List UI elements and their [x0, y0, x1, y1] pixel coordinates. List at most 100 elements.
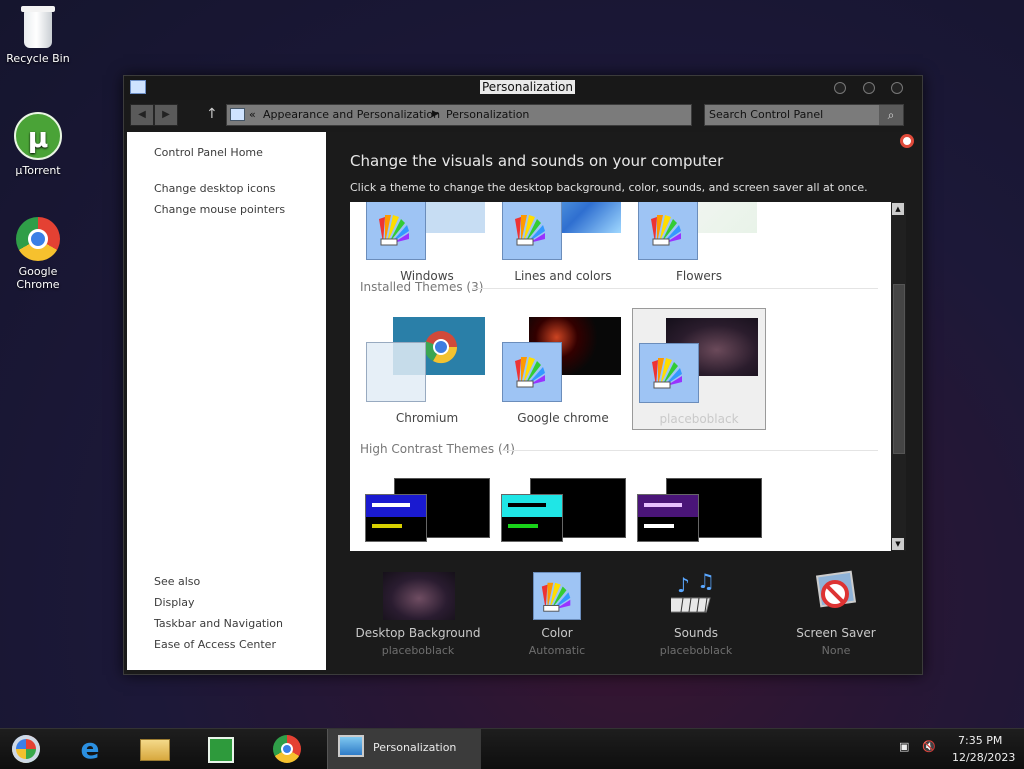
theme-color-swatch: [366, 202, 426, 260]
breadcrumb-personalization[interactable]: Personalization: [446, 108, 529, 121]
theme-color-swatch: [365, 494, 427, 542]
setting-value: placeboblack: [381, 644, 455, 657]
taskbar-chrome[interactable]: [271, 733, 305, 765]
setting-value: None: [821, 644, 851, 657]
search-input[interactable]: [709, 107, 869, 122]
theme-label: placeboblack: [659, 412, 739, 426]
setting-value: Automatic: [528, 644, 586, 657]
sidebar: Control Panel Home Change desktop icons …: [127, 132, 326, 670]
setting-label: Color: [541, 626, 573, 640]
desktop-icon-google-chrome[interactable]: Google Chrome: [0, 217, 76, 291]
desktop-icon-recycle-bin[interactable]: Recycle Bin: [0, 6, 76, 65]
address-bar[interactable]: « Appearance and Personalization ▶ Perso…: [226, 104, 789, 126]
taskbar-store[interactable]: [204, 733, 238, 765]
sounds-icon: ♪ ♫: [671, 572, 715, 613]
setting-label: Screen Saver: [796, 626, 876, 640]
sidebar-link-display[interactable]: Display: [154, 596, 195, 609]
volume-muted-icon[interactable]: 🔇: [922, 740, 936, 753]
installed-themes-heading: Installed Themes (3): [360, 280, 484, 294]
desktop-icon-utorrent[interactable]: µ µTorrent: [0, 112, 76, 177]
svg-text:♫: ♫: [697, 572, 715, 593]
folder-icon: [140, 739, 170, 761]
theme-label: Lines and colors: [514, 269, 612, 283]
utorrent-icon: µ: [14, 112, 62, 160]
theme-color-swatch: [638, 202, 698, 260]
color-fan-icon: [541, 582, 571, 612]
desktop-icon-label: µTorrent: [15, 164, 61, 177]
taskbar-file-explorer[interactable]: [138, 733, 172, 765]
taskbar-task-personalization[interactable]: Personalization: [327, 729, 481, 769]
theme-label: Google chrome: [517, 411, 609, 425]
scroll-down-arrow-icon[interactable]: ▼: [892, 538, 904, 550]
theme-high-contrast-2[interactable]: [486, 468, 626, 551]
back-button[interactable]: ◀: [130, 104, 154, 126]
theme-flowers[interactable]: Flowers: [632, 202, 766, 288]
main-content: Change the visuals and sounds on your co…: [328, 132, 920, 670]
theme-windows[interactable]: Windows: [360, 202, 494, 288]
start-orb-icon: [12, 735, 40, 763]
page-title: Change the visuals and sounds on your co…: [350, 152, 724, 170]
help-icon[interactable]: [900, 134, 914, 148]
color-fan-icon: [515, 357, 545, 388]
close-button[interactable]: [891, 82, 903, 94]
sidebar-link-taskbar-navigation[interactable]: Taskbar and Navigation: [154, 617, 283, 630]
sidebar-link-ease-of-access[interactable]: Ease of Access Center: [154, 638, 276, 651]
theme-chromium[interactable]: Chromium: [360, 308, 494, 430]
sidebar-link-control-panel-home[interactable]: Control Panel Home: [154, 146, 263, 159]
page-subtitle: Click a theme to change the desktop back…: [350, 181, 868, 194]
store-icon: [208, 737, 234, 763]
breadcrumb-chevron-icon[interactable]: ▶: [432, 109, 439, 119]
theme-color-swatch: [501, 494, 563, 542]
theme-color-swatch: [366, 342, 426, 402]
desktop-background-preview: [383, 572, 455, 620]
setting-value: placeboblack: [659, 644, 733, 657]
theme-high-contrast-1[interactable]: [350, 468, 490, 551]
theme-label: Chromium: [395, 411, 459, 425]
task-label: Personalization: [373, 741, 457, 754]
up-arrow-icon[interactable]: ↑: [206, 106, 218, 122]
color-fan-icon: [379, 215, 409, 246]
sidebar-link-change-mouse-pointers[interactable]: Change mouse pointers: [154, 203, 285, 216]
section-divider: [502, 450, 878, 451]
scroll-up-arrow-icon[interactable]: ▲: [892, 203, 904, 215]
start-button[interactable]: [10, 733, 44, 765]
sidebar-link-change-desktop-icons[interactable]: Change desktop icons: [154, 182, 276, 195]
scrollbar-thumb[interactable]: [893, 284, 905, 454]
desktop-icon-label: Recycle Bin: [6, 52, 70, 65]
search-icon[interactable]: ⌕: [879, 105, 903, 125]
minimize-button[interactable]: [834, 82, 846, 94]
search-box: ⌕: [704, 104, 904, 126]
title-bar[interactable]: Personalization: [124, 76, 922, 100]
color-fan-icon: [515, 215, 545, 246]
svg-text:♪: ♪: [677, 573, 690, 597]
theme-list[interactable]: Windows Lines and colors Flowers Install…: [350, 202, 891, 551]
color-fan-icon: [651, 215, 681, 246]
theme-high-contrast-3[interactable]: [622, 468, 762, 551]
taskbar-internet-explorer[interactable]: e: [72, 733, 106, 765]
theme-lines-and-colors[interactable]: Lines and colors: [496, 202, 630, 288]
address-bar-row: ◀ ▶ ↑ « Appearance and Personalization ▶…: [124, 100, 922, 130]
breadcrumb-appearance[interactable]: Appearance and Personalization: [263, 108, 440, 121]
theme-placeboblack-selected[interactable]: placeboblack: [632, 308, 766, 430]
high-contrast-heading: High Contrast Themes (4): [360, 442, 515, 456]
chrome-icon: [16, 217, 60, 261]
clock-time[interactable]: 7:35 PM: [958, 734, 1002, 747]
taskbar: e Personalization ▣ 🔇 7:35 PM 12/28/2023: [0, 728, 1024, 769]
clock-date[interactable]: 12/28/2023: [952, 751, 1015, 764]
theme-color-swatch: [502, 202, 562, 260]
breadcrumb-overflow[interactable]: «: [249, 108, 256, 121]
theme-list-scrollbar[interactable]: ▲ ▼: [891, 202, 906, 551]
screen-saver-icon: [815, 570, 857, 608]
control-panel-icon: [230, 108, 245, 121]
network-icon[interactable]: ▣: [899, 740, 909, 753]
theme-color-swatch: [502, 342, 562, 402]
forward-button[interactable]: ▶: [154, 104, 178, 126]
section-divider: [472, 288, 878, 289]
color-swatch: [533, 572, 581, 620]
maximize-button[interactable]: [863, 82, 875, 94]
theme-google-chrome[interactable]: Google chrome: [496, 308, 630, 430]
recycle-bin-icon: [21, 6, 55, 48]
color-fan-icon: [652, 358, 682, 389]
personalization-icon: [338, 735, 364, 757]
theme-color-swatch: [639, 343, 699, 403]
